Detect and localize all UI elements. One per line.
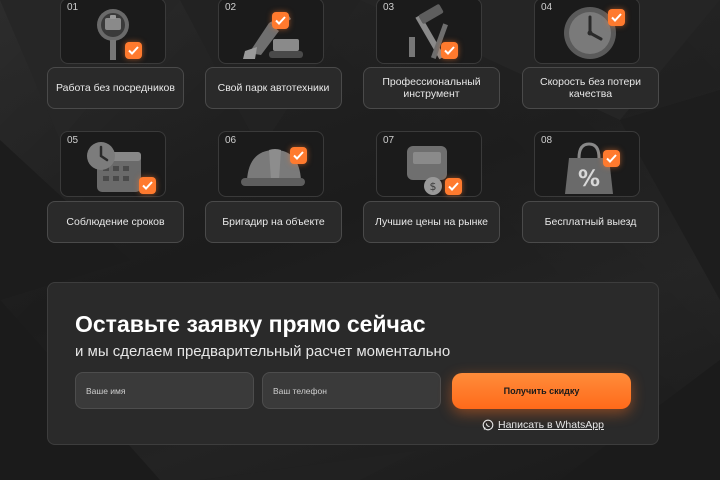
check-icon — [608, 9, 625, 26]
calendar-clock-icon — [87, 142, 141, 192]
feature-number: 06 — [225, 135, 237, 146]
feature-label: Работа без посредников — [47, 67, 184, 109]
phone-input[interactable] — [262, 372, 441, 409]
feature-label: Соблюдение сроков — [47, 201, 184, 243]
feature-number: 08 — [541, 135, 553, 146]
check-icon — [290, 147, 307, 164]
feature-card-1: 01 — [60, 0, 166, 64]
feature-card-6: 06 — [218, 131, 324, 197]
feature-number: 07 — [383, 135, 395, 146]
check-icon — [139, 177, 156, 194]
svg-text:%: % — [578, 167, 600, 192]
whatsapp-link[interactable]: Написать в WhatsApp — [482, 419, 604, 431]
check-icon — [441, 42, 458, 59]
form-subtitle: и мы сделаем предварительный расчет моме… — [75, 343, 451, 360]
feature-card-2: 02 — [218, 0, 324, 64]
feature-label: Скорость без потери качества — [522, 67, 659, 109]
hard-hat-icon — [241, 149, 305, 186]
feature-label: Свой парк автотехники — [205, 67, 342, 109]
feature-label: Профессиональный инструмент — [363, 67, 500, 109]
whatsapp-icon — [482, 419, 494, 431]
feature-card-4: 04 — [534, 0, 640, 64]
svg-text:$: $ — [430, 180, 437, 193]
check-icon — [603, 150, 620, 167]
whatsapp-label: Написать в WhatsApp — [498, 419, 604, 431]
get-discount-button[interactable]: Получить скидку — [452, 373, 631, 409]
check-icon — [272, 12, 289, 29]
feature-label: Лучшие цены на рынке — [363, 201, 500, 243]
feature-card-5: 05 — [60, 131, 166, 197]
feature-card-3: 03 — [376, 0, 482, 64]
feature-label: Бригадир на объекте — [205, 201, 342, 243]
feature-number: 05 — [67, 135, 79, 146]
feature-number: 02 — [225, 2, 237, 13]
feature-number: 03 — [383, 2, 395, 13]
feature-number: 04 — [541, 2, 553, 13]
feature-card-8: 08 % — [534, 131, 640, 197]
check-icon — [445, 178, 462, 195]
feature-card-7: 07 $ — [376, 131, 482, 197]
excavator-icon — [243, 13, 303, 59]
check-icon — [125, 42, 142, 59]
form-title: Оставьте заявку прямо сейчас — [75, 311, 426, 337]
feature-number: 01 — [67, 2, 79, 13]
name-input[interactable] — [75, 372, 254, 409]
feature-label: Бесплатный выезд — [522, 201, 659, 243]
